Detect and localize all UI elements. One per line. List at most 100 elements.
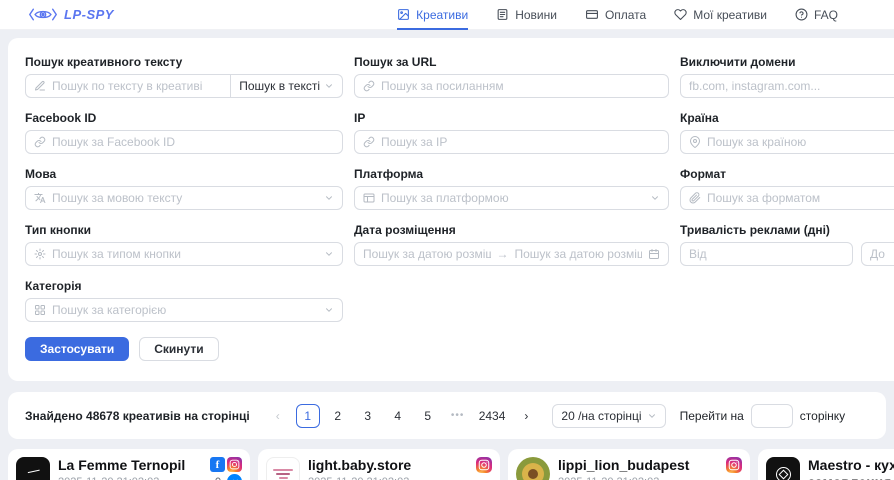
- page-size-select[interactable]: 20 /на сторінці: [552, 404, 665, 428]
- translate-icon: [34, 192, 46, 204]
- field-label: Країна: [680, 111, 894, 125]
- tab-faq[interactable]: FAQ: [795, 0, 838, 30]
- language-input[interactable]: [52, 191, 318, 205]
- results-row: LA FEMME La Femme Ternopil 2025-11-20 21…: [8, 449, 894, 480]
- messenger-icon: [227, 474, 242, 480]
- mode-value: Пошук в тексті: [239, 79, 320, 93]
- reset-button[interactable]: Скинути: [139, 337, 218, 361]
- page-button[interactable]: 2: [326, 404, 350, 428]
- pages-ellipsis[interactable]: •••: [446, 404, 470, 428]
- link-icon: [363, 80, 375, 92]
- image-icon: [397, 8, 410, 21]
- chevron-down-icon: [650, 193, 660, 203]
- tab-my-creatives[interactable]: Мої креативи: [674, 0, 767, 30]
- creative-date: 2025-11-20 21:02:03: [558, 476, 718, 480]
- instagram-icon: [726, 457, 742, 473]
- app-logo[interactable]: LP-SPY: [28, 7, 114, 22]
- field-label: Платформа: [354, 167, 669, 181]
- field-label: Facebook ID: [25, 111, 343, 125]
- filter-language: Мова: [25, 167, 343, 210]
- chevron-down-icon: [324, 81, 334, 91]
- duration-from-input[interactable]: [689, 247, 844, 261]
- language-select[interactable]: [25, 186, 343, 210]
- advertiser-name: light.baby.store: [308, 457, 468, 474]
- goto-page-label: Перейти на: [680, 409, 744, 423]
- logo-text: LP-SPY: [64, 7, 114, 22]
- url-input[interactable]: [381, 79, 660, 93]
- advertiser-name: Maestro - кухні, ме замовлення в Ужго: [808, 457, 894, 480]
- filter-creative-text: Пошук креативного тексту Пошук в тексті: [25, 55, 343, 98]
- creative-text-input[interactable]: [52, 79, 222, 93]
- category-select[interactable]: [25, 298, 343, 322]
- apply-button[interactable]: Застосувати: [25, 337, 129, 361]
- maestro-logo: [766, 457, 800, 480]
- baby-store-logo: [266, 457, 300, 480]
- date-to-input[interactable]: [515, 247, 643, 261]
- map-pin-icon: [689, 136, 701, 148]
- pencil-icon: [34, 80, 46, 92]
- platform-input[interactable]: [381, 191, 644, 205]
- field-label: IP: [354, 111, 669, 125]
- creative-date: 2025-11-20 21:02:03: [308, 476, 468, 480]
- credit-card-icon: [585, 8, 599, 21]
- page-button[interactable]: 4: [386, 404, 410, 428]
- page-button[interactable]: 3: [356, 404, 380, 428]
- tab-label: Креативи: [416, 8, 468, 22]
- creative-card[interactable]: Maestro - кухні, ме замовлення в Ужго 20…: [758, 449, 894, 480]
- eye-logo-icon: [28, 7, 58, 22]
- page-button[interactable]: 5: [416, 404, 440, 428]
- facebook-id-input[interactable]: [52, 135, 334, 149]
- filter-country: Країна: [680, 111, 894, 154]
- news-icon: [496, 8, 509, 21]
- ip-input[interactable]: [381, 135, 660, 149]
- pagination-panel: Знайдено 48678 креативів на сторінці ‹ 1…: [8, 392, 886, 439]
- category-grid-icon: [34, 304, 46, 316]
- creative-card[interactable]: LA FEMME La Femme Ternopil 2025-11-20 21…: [8, 449, 250, 480]
- chevron-down-icon: [324, 305, 334, 315]
- range-arrow: →: [497, 247, 509, 261]
- country-input[interactable]: [707, 135, 894, 149]
- tab-label: Новини: [515, 8, 557, 22]
- duration-to-input[interactable]: [870, 247, 894, 261]
- tab-news[interactable]: Новини: [496, 0, 557, 30]
- field-label: Пошук креативного тексту: [25, 55, 343, 69]
- advertiser-name: La Femme Ternopil: [58, 457, 202, 474]
- exclude-domains-input[interactable]: [689, 79, 894, 93]
- field-label: Тривалість реклами (дні): [680, 223, 894, 237]
- filter-format: Формат: [680, 167, 894, 210]
- creative-card[interactable]: light.baby.store 2025-11-20 21:02:03 3 d…: [258, 449, 500, 480]
- link-icon: [34, 136, 46, 148]
- page-button[interactable]: 1: [296, 404, 320, 428]
- instagram-icon: [227, 457, 242, 472]
- button-type-input[interactable]: [52, 247, 318, 261]
- lion-logo: [516, 457, 550, 480]
- goto-page-suffix: сторінку: [800, 409, 845, 423]
- goto-page-input[interactable]: [751, 404, 793, 428]
- platform-select[interactable]: [354, 186, 669, 210]
- date-range-picker[interactable]: →: [354, 242, 669, 266]
- field-label: Формат: [680, 167, 894, 181]
- profile-icon: [210, 474, 225, 480]
- filter-date-range: Дата розміщення →: [354, 223, 669, 266]
- instagram-icon: [476, 457, 492, 473]
- next-page-button[interactable]: ›: [514, 404, 538, 428]
- page-size-value: 20 /на сторінці: [561, 409, 641, 423]
- text-search-mode-select[interactable]: Пошук в тексті: [231, 74, 343, 98]
- heart-icon: [674, 8, 687, 21]
- creative-card[interactable]: lippi_lion_budapest 2025-11-20 21:02:03 …: [508, 449, 750, 480]
- tab-payment[interactable]: Оплата: [585, 0, 646, 30]
- date-from-input[interactable]: [363, 247, 491, 261]
- tab-creatives[interactable]: Креативи: [397, 0, 468, 30]
- field-label: Мова: [25, 167, 343, 181]
- category-input[interactable]: [52, 303, 318, 317]
- results-count: Знайдено 48678 креативів на сторінці: [25, 409, 250, 423]
- button-type-select[interactable]: [25, 242, 343, 266]
- filters-panel: Пошук креативного тексту Пошук в тексті …: [8, 38, 894, 381]
- la-femme-logo: LA FEMME: [16, 457, 50, 480]
- page-button[interactable]: 2434: [476, 404, 509, 428]
- format-input[interactable]: [707, 191, 894, 205]
- field-label: Виключити домени: [680, 55, 894, 69]
- tab-label: Оплата: [605, 8, 646, 22]
- chevron-down-icon: [647, 411, 657, 421]
- prev-page-button[interactable]: ‹: [266, 404, 290, 428]
